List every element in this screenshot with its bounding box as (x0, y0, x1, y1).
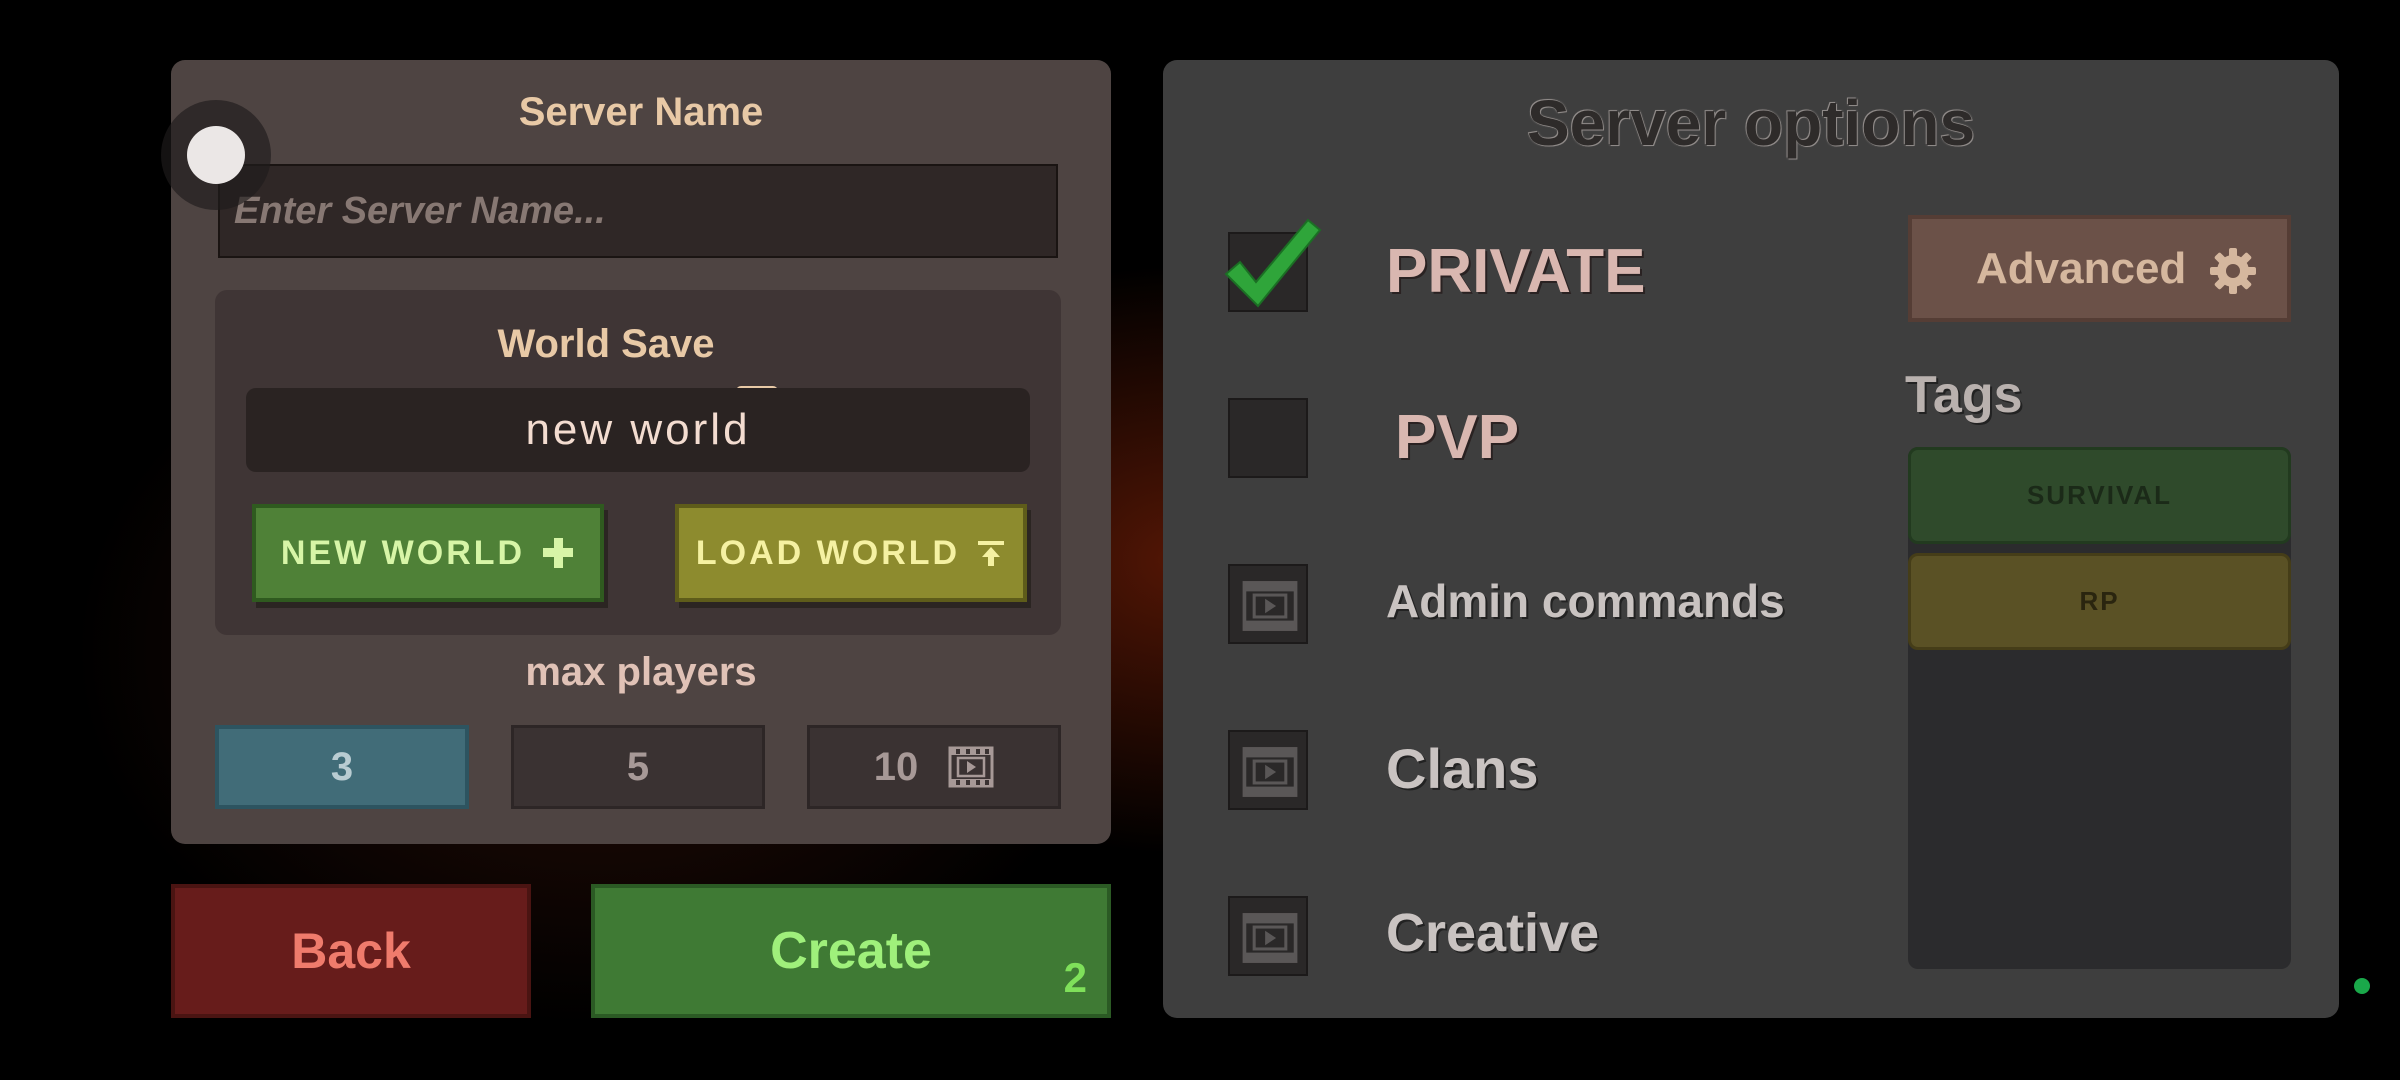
checkmark-icon (1224, 218, 1322, 308)
server-name-title: Server Name (518, 90, 764, 134)
advanced-label: Advanced (1976, 243, 2187, 293)
max-players-option-5[interactable]: 5 (511, 725, 765, 809)
advanced-button[interactable]: Advanced (1908, 215, 2291, 322)
create-label: Create (770, 922, 932, 980)
option-label: 10 (873, 744, 919, 789)
clans-label: Clans (1386, 737, 1539, 800)
film-icon (1242, 747, 1298, 797)
current-world-name: new world (246, 388, 1030, 472)
server-setup-panel: Server Name World Save new world NEW WOR… (161, 60, 1111, 844)
back-label: Back (291, 923, 411, 979)
tag-label: RP (2079, 586, 2120, 616)
gear-icon (2210, 248, 2256, 294)
plus-icon (543, 538, 574, 568)
create-button[interactable]: Create 2 (591, 884, 1111, 1018)
back-button[interactable]: Back (171, 884, 531, 1018)
server-options-panel: Server options PRIVATE PVP Admin command… (1163, 60, 2339, 1018)
new-world-label: NEW WORLD (280, 533, 526, 572)
create-count-badge: 2 (1063, 954, 1087, 1001)
admin-commands-label: Admin commands (1386, 575, 1785, 627)
clans-checkbox[interactable] (1228, 730, 1308, 810)
max-players-option-10[interactable]: 10 (807, 725, 1061, 809)
tag-survival[interactable]: SURVIVAL (1908, 447, 2291, 544)
tags-title: Tags (1905, 366, 2023, 424)
film-icon (1242, 581, 1298, 631)
load-world-label: LOAD WORLD (695, 533, 961, 572)
admin-commands-checkbox[interactable] (1228, 564, 1308, 644)
tags-list: SURVIVAL RP (1908, 447, 2291, 969)
film-icon (948, 746, 994, 788)
max-players-title: max players (525, 650, 757, 694)
server-name-input[interactable] (218, 164, 1058, 258)
option-label: 3 (330, 744, 354, 789)
tag-label: SURVIVAL (2026, 480, 2173, 510)
server-options-title: Server options (1526, 87, 1976, 159)
option-label: 5 (626, 744, 650, 789)
private-label: PRIVATE (1386, 237, 1646, 306)
private-checkbox[interactable] (1224, 218, 1322, 312)
touch-indicator (161, 100, 271, 210)
status-indicator-dot (2354, 978, 2370, 994)
pvp-label: PVP (1395, 403, 1520, 472)
upload-icon (978, 541, 1005, 566)
tag-rp[interactable]: RP (1908, 553, 2291, 650)
pvp-checkbox[interactable] (1228, 398, 1308, 478)
creative-label: Creative (1386, 903, 1600, 963)
film-icon (1242, 913, 1298, 963)
max-players-option-3[interactable]: 3 (215, 725, 469, 809)
world-save-section: World Save new world NEW WORLD LOAD WORL… (215, 290, 1061, 635)
world-save-title: World Save (497, 322, 715, 366)
new-world-button[interactable]: NEW WORLD (252, 504, 604, 602)
creative-checkbox[interactable] (1228, 896, 1308, 976)
load-world-button[interactable]: LOAD WORLD (675, 504, 1027, 602)
